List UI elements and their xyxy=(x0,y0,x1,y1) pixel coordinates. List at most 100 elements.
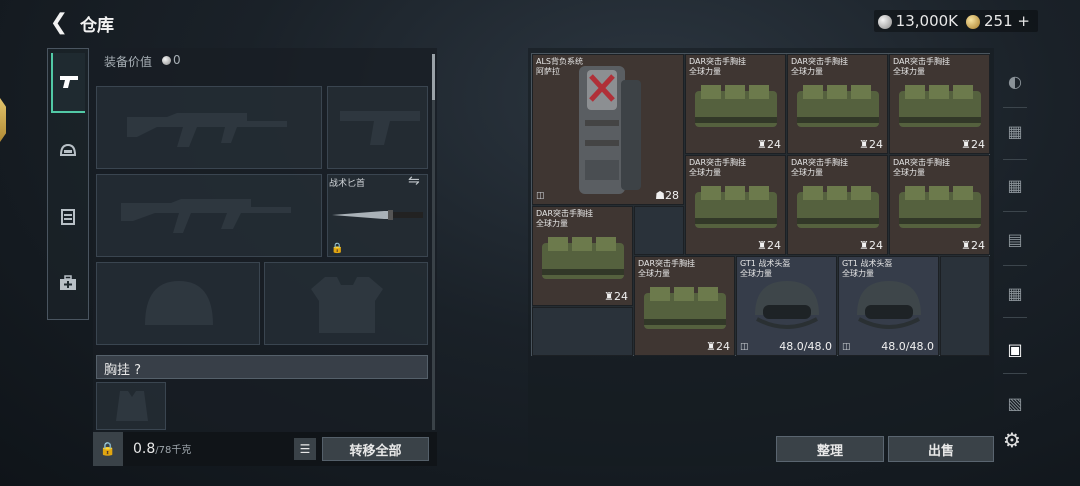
item-name-line2: 全球力量 xyxy=(893,168,925,177)
inventory-item[interactable]: GT1 战术头盔 全球力量 ◫ 48.0/48.0 xyxy=(838,256,939,356)
gold-balance[interactable]: 251 + xyxy=(966,12,1030,30)
pistol-silhouette-icon xyxy=(340,111,420,145)
help-icon[interactable]: ? xyxy=(134,363,141,378)
capacity-icon: ♜ xyxy=(757,239,767,252)
chest-rig-label: 胸挂 ? xyxy=(104,359,141,378)
storage-page-icon[interactable]: ▧ xyxy=(1001,389,1029,417)
inventory-item[interactable]: DAR突击手胸挂 全球力量 ♜24 xyxy=(634,256,735,356)
chest-rig-section xyxy=(96,355,428,379)
item-name: DAR突击手胸挂 全球力量 xyxy=(638,259,695,279)
item-quantity-value: 28 xyxy=(665,189,679,202)
item-durability: 48.0/48.0 xyxy=(881,340,934,353)
storage-page-icon[interactable]: ▦ xyxy=(1001,117,1029,145)
lock-button[interactable]: 🔒 xyxy=(93,432,123,466)
item-name-line2: 全球力量 xyxy=(689,168,721,177)
side-drawer-tab[interactable] xyxy=(0,98,6,142)
inventory-grid: ALS背负系统 阿萨拉 ◫ ☗28 DAR突击手胸挂 全球力量 ♜24 DAR突击手… xyxy=(531,53,990,356)
equipment-value: 0 xyxy=(162,53,181,67)
helmet-icon xyxy=(59,143,77,156)
item-quantity-value: 24 xyxy=(767,138,781,151)
inventory-item[interactable]: DAR突击手胸挂 全球力量 ♜24 xyxy=(685,54,786,154)
capacity-icon: ♜ xyxy=(859,239,869,252)
list-view-button[interactable]: ☰ xyxy=(294,438,316,460)
item-name-line2: 全球力量 xyxy=(791,67,823,76)
rig-silhouette-icon xyxy=(116,391,148,421)
tab-weapons[interactable] xyxy=(51,53,85,113)
item-name-line2: 全球力量 xyxy=(536,219,568,228)
item-durability: 48.0/48.0 xyxy=(779,340,832,353)
item-name-line1: GT1 战术头盔 xyxy=(740,259,791,268)
rifle-silhouette-icon xyxy=(121,199,291,233)
scrollbar-track[interactable] xyxy=(432,54,435,430)
secondary-weapon-slot[interactable] xyxy=(327,86,428,169)
item-tag-icon: ◫ xyxy=(536,191,545,201)
rifle-silhouette-icon xyxy=(127,113,287,147)
equipment-value-label: 装备价值 xyxy=(104,55,153,69)
storage-page-icon[interactable]: ▤ xyxy=(1001,225,1029,253)
item-name-line1: DAR突击手胸挂 xyxy=(689,57,747,66)
capacity-icon: ☗ xyxy=(655,189,665,202)
storage-page-icon[interactable]: ▦ xyxy=(1001,279,1029,307)
gear-icon[interactable]: ⚙ xyxy=(1003,428,1021,452)
item-name: DAR突击手胸挂 全球力量 xyxy=(536,209,593,229)
weight-max: /78千克 xyxy=(155,445,192,456)
rail-divider xyxy=(1003,317,1027,318)
item-name: DAR突击手胸挂 全球力量 xyxy=(791,57,848,77)
tab-vest[interactable] xyxy=(51,187,85,247)
transfer-all-button[interactable]: 转移全部 xyxy=(322,437,429,461)
inventory-item[interactable]: DAR突击手胸挂 全球力量 ♜24 xyxy=(889,155,990,255)
rail-divider xyxy=(1003,373,1027,374)
helmet-slot[interactable] xyxy=(96,262,260,345)
sell-button[interactable]: 出售 xyxy=(888,436,994,462)
tertiary-weapon-slot[interactable] xyxy=(96,174,322,257)
sort-button[interactable]: 整理 xyxy=(776,436,884,462)
rail-divider xyxy=(1003,211,1027,212)
item-name-line1: GT1 战术头盔 xyxy=(842,259,893,268)
tab-helmet[interactable] xyxy=(51,121,85,181)
item-quantity: ♜24 xyxy=(859,138,883,151)
safe-box-icon[interactable]: ◐ xyxy=(1001,67,1029,95)
chest-rig-slot[interactable] xyxy=(96,382,166,430)
item-quantity: ♜24 xyxy=(604,290,628,303)
chest-rig-title: 胸挂 xyxy=(104,363,131,378)
chest-rig-icon xyxy=(899,85,981,127)
tactical-helmet-icon xyxy=(755,281,819,329)
item-name-line1: DAR突击手胸挂 xyxy=(689,158,747,167)
item-quantity: ♜24 xyxy=(961,239,985,252)
item-quantity: ♜24 xyxy=(859,239,883,252)
inventory-item[interactable]: DAR突击手胸挂 全球力量 ♜24 xyxy=(532,206,633,306)
inventory-item[interactable]: DAR突击手胸挂 全球力量 ♜24 xyxy=(787,155,888,255)
empty-slot[interactable] xyxy=(634,206,684,255)
currency-bar: 13,000K 251 + xyxy=(873,10,1038,32)
item-name-line1: DAR突击手胸挂 xyxy=(893,158,951,167)
item-name-line2: 全球力量 xyxy=(638,269,670,278)
scrollbar-thumb[interactable] xyxy=(432,54,435,100)
inventory-item[interactable]: GT1 战术头盔 全球力量 ◫ 48.0/48.0 xyxy=(736,256,837,356)
back-arrow-icon[interactable]: ❮ xyxy=(44,8,74,36)
silver-amount: 13,000K xyxy=(895,12,958,30)
swap-icon[interactable]: ⇋ xyxy=(408,173,420,189)
silver-balance: 13,000K xyxy=(877,12,958,30)
inventory-item[interactable]: ALS背负系统 阿萨拉 ◫ ☗28 xyxy=(532,54,684,205)
silver-coin-icon xyxy=(162,56,171,65)
inventory-item[interactable]: DAR突击手胸挂 全球力量 ♜24 xyxy=(787,54,888,154)
capacity-icon: ♜ xyxy=(859,138,869,151)
equipment-category-nav xyxy=(47,48,89,320)
storage-page-icon[interactable]: ▦ xyxy=(1001,171,1029,199)
item-quantity-value: 24 xyxy=(869,138,883,151)
item-quantity-value: 24 xyxy=(767,239,781,252)
storage-page-icon[interactable]: ▣ xyxy=(1001,335,1029,363)
add-gold-button[interactable]: + xyxy=(1017,12,1030,30)
knife-label: 战术匕首 xyxy=(329,179,366,189)
empty-slot[interactable] xyxy=(940,256,990,356)
inventory-item[interactable]: DAR突击手胸挂 全球力量 ♜24 xyxy=(889,54,990,154)
armor-slot[interactable] xyxy=(264,262,428,345)
item-name: DAR突击手胸挂 全球力量 xyxy=(689,158,746,178)
primary-weapon-slot[interactable] xyxy=(96,86,322,169)
chest-rig-icon xyxy=(797,85,879,127)
empty-slot[interactable] xyxy=(532,307,633,356)
page-title: 仓库 xyxy=(80,16,114,36)
inventory-item[interactable]: DAR突击手胸挂 全球力量 ♜24 xyxy=(685,155,786,255)
capacity-icon: ♜ xyxy=(706,340,716,353)
tab-medkit[interactable] xyxy=(51,253,85,313)
